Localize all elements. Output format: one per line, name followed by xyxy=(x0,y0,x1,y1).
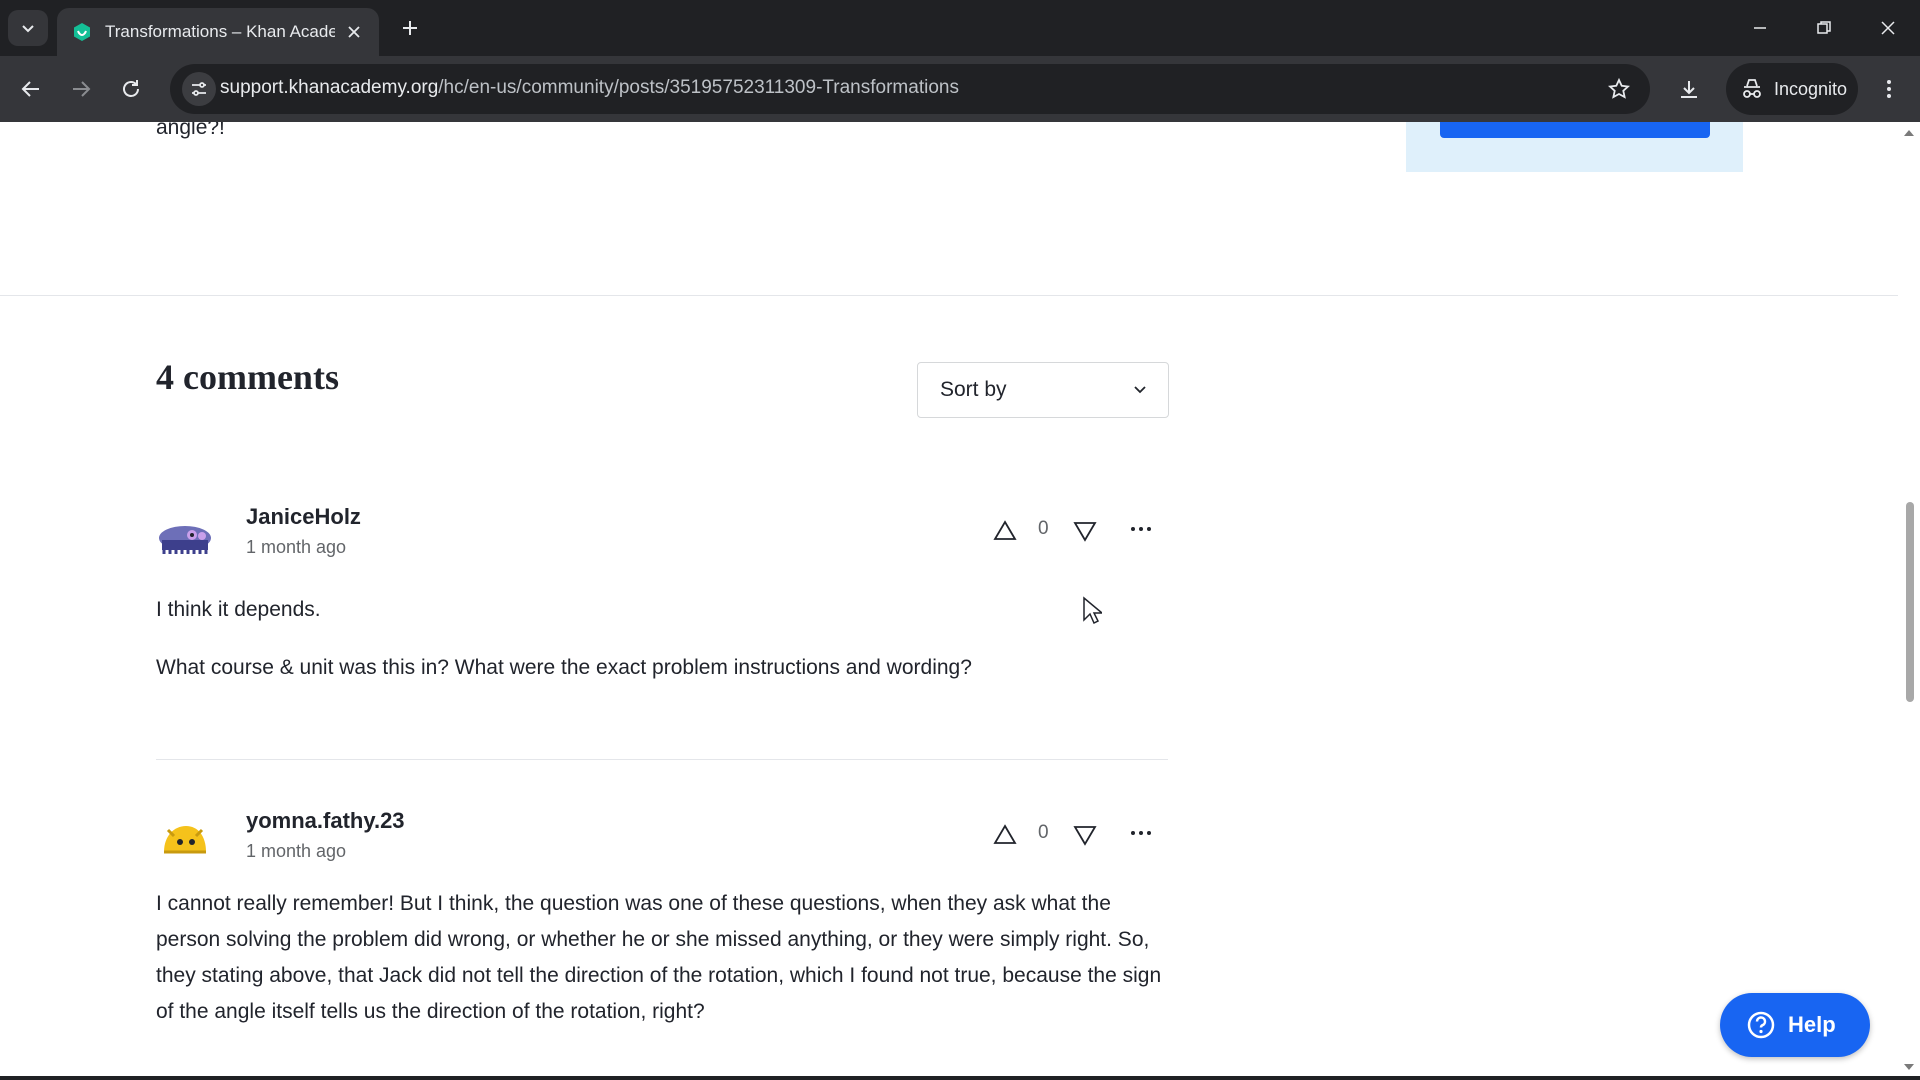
close-tab-icon[interactable] xyxy=(343,21,365,43)
blob-avatar-icon[interactable] xyxy=(156,808,214,866)
comment-author[interactable]: JaniceHolz xyxy=(246,504,361,530)
vote-count: 0 xyxy=(1038,518,1049,539)
url-host: support.khanacademy.org xyxy=(220,77,439,98)
chevron-down-icon xyxy=(1134,386,1146,394)
sidebar-callout-button[interactable] xyxy=(1440,122,1710,138)
page-scrollbar[interactable] xyxy=(1898,122,1920,1080)
scroll-down-arrow-icon[interactable] xyxy=(1903,1062,1915,1072)
upvote-icon[interactable] xyxy=(992,822,1018,848)
vote-count: 0 xyxy=(1038,822,1049,843)
browser-menu-icon[interactable] xyxy=(1870,70,1908,108)
browser-toolbar: support.khanacademy.org/hc/en-us/communi… xyxy=(0,56,1920,122)
tab-title: Transformations – Khan Academ xyxy=(105,22,335,41)
scroll-up-arrow-icon[interactable] xyxy=(1903,128,1915,138)
khan-academy-favicon-icon xyxy=(71,21,93,43)
comment-timestamp[interactable]: 1 month ago xyxy=(246,841,346,862)
comment-paragraph: I think it depends. xyxy=(156,598,321,621)
bookmark-star-icon[interactable] xyxy=(1606,76,1632,102)
comment-body: I cannot really remember! But I think, t… xyxy=(156,886,1168,1030)
restore-icon[interactable] xyxy=(1804,8,1844,48)
back-arrow-icon[interactable] xyxy=(12,70,50,108)
downvote-icon[interactable] xyxy=(1072,822,1098,848)
browser-tab[interactable]: Transformations – Khan Academ xyxy=(57,8,379,56)
help-label: Help xyxy=(1788,1012,1836,1037)
downvote-icon[interactable] xyxy=(1072,518,1098,544)
site-settings-icon[interactable] xyxy=(182,72,216,106)
reload-icon[interactable] xyxy=(112,70,150,108)
tab-search-button[interactable] xyxy=(8,10,48,46)
sidebar-callout xyxy=(1406,122,1743,172)
comments-heading: 4 comments xyxy=(156,357,339,397)
download-icon[interactable] xyxy=(1670,70,1708,108)
new-tab-plus-icon[interactable] xyxy=(396,14,424,42)
help-button[interactable]: Help xyxy=(1720,993,1870,1057)
comment-paragraph: I cannot really remember! But I think, t… xyxy=(156,892,1162,1023)
url-path: /hc/en-us/community/posts/35195752311309… xyxy=(438,77,959,98)
page-content: angle?! 4 comments Sort by JaniceHolz 1 … xyxy=(0,122,1920,1080)
sort-dropdown[interactable]: Sort by xyxy=(917,362,1169,418)
minimize-icon[interactable] xyxy=(1740,8,1780,48)
browser-tab-bar: Transformations – Khan Academ xyxy=(0,0,1920,56)
upvote-icon[interactable] xyxy=(992,518,1018,544)
comment-item: JaniceHolz 1 month ago 0 I think it depe… xyxy=(156,504,1168,724)
url-text: support.khanacademy.org/hc/en-us/communi… xyxy=(220,77,959,99)
monster-avatar-icon[interactable] xyxy=(156,504,214,562)
chevron-down-icon xyxy=(22,25,34,33)
more-options-icon[interactable] xyxy=(1128,820,1154,846)
sort-label: Sort by xyxy=(940,378,1007,401)
section-divider xyxy=(0,295,1898,296)
window-bottom-edge xyxy=(0,1076,1920,1080)
comment-body: I think it depends. What course & unit w… xyxy=(156,592,972,686)
incognito-label: Incognito xyxy=(1774,78,1848,99)
comment-author[interactable]: yomna.fathy.23 xyxy=(246,808,405,834)
incognito-icon xyxy=(1743,79,1761,98)
forward-arrow-icon[interactable] xyxy=(62,70,100,108)
more-options-icon[interactable] xyxy=(1128,516,1154,542)
mouse-pointer-icon xyxy=(1083,596,1102,625)
scrollbar-thumb[interactable] xyxy=(1906,502,1914,702)
comment-item: yomna.fathy.23 1 month ago 0 I cannot re… xyxy=(156,808,1168,1080)
incognito-indicator[interactable]: Incognito xyxy=(1726,63,1858,115)
address-bar[interactable]: support.khanacademy.org/hc/en-us/communi… xyxy=(170,64,1650,114)
post-body-tail: angle?! xyxy=(156,122,225,139)
close-window-icon[interactable] xyxy=(1868,8,1908,48)
question-circle-icon xyxy=(1747,1011,1775,1039)
comment-paragraph: What course & unit was this in? What wer… xyxy=(156,656,972,679)
comment-divider xyxy=(156,759,1168,760)
comment-timestamp[interactable]: 1 month ago xyxy=(246,537,346,558)
